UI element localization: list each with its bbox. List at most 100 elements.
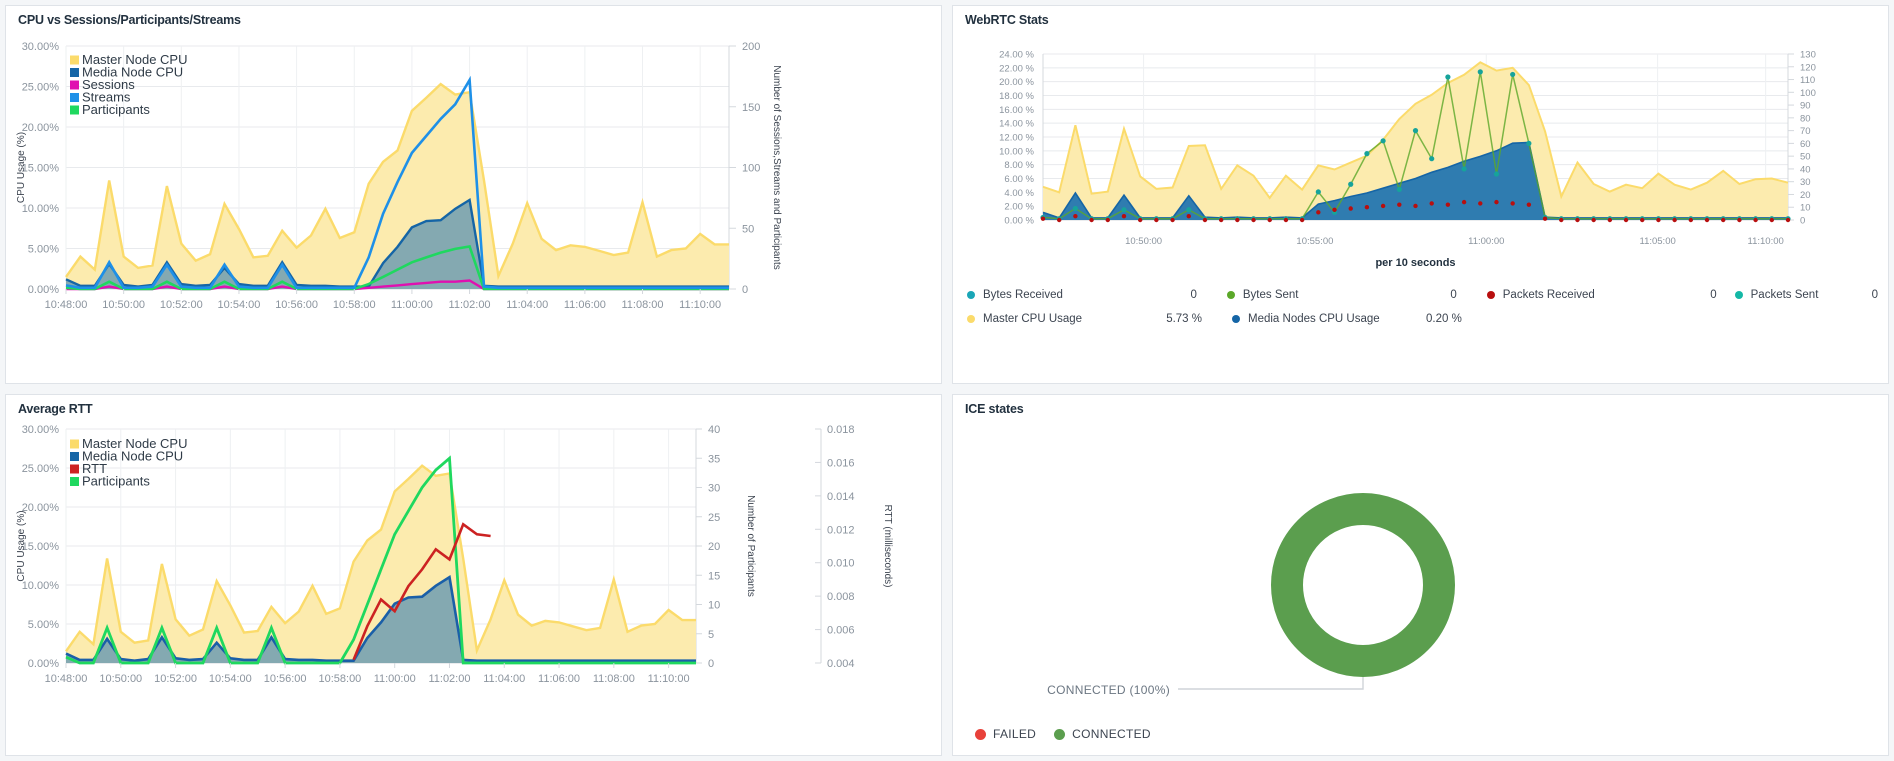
data-point (1510, 201, 1515, 206)
dashboard-grid: CPU vs Sessions/Participants/Streams 0.0… (0, 0, 1894, 761)
legend-value-media-nodes-cpu-usage: 0.20 % (1426, 313, 1462, 325)
panel-cpu-vs-sessions: CPU vs Sessions/Participants/Streams 0.0… (5, 5, 942, 384)
axis-tick-label: 16.00 % (999, 105, 1034, 116)
axis-tick-label: 10:58:00 (318, 673, 361, 685)
data-point (1429, 156, 1435, 162)
panel-ice-states: ICE states CONNECTED (100%) FAILED CONNE… (952, 394, 1889, 756)
bytes-sent-color-icon (1226, 291, 1235, 299)
data-point (1202, 217, 1208, 223)
data-point (1056, 217, 1062, 223)
data-point (1672, 217, 1677, 223)
axis-tick-label: 20 (708, 541, 720, 553)
legend-swatch (70, 55, 79, 65)
legend-swatch (70, 464, 79, 474)
legend-value-bytes-received: 0 (1190, 289, 1197, 301)
axis-tick-label: 10:48:00 (45, 299, 88, 311)
data-point (1559, 217, 1564, 223)
axis-tick-label: 110 (1800, 75, 1815, 86)
data-point (1640, 217, 1645, 223)
legend-label-connected: CONNECTED (1072, 727, 1151, 741)
legend-item-packets-sent[interactable]: Packets Sent (1734, 289, 1872, 301)
legend-item-connected[interactable]: CONNECTED (1054, 727, 1151, 741)
data-point (1170, 217, 1175, 223)
axis-tick-label: 20.00% (22, 502, 60, 514)
legend-swatch (70, 477, 79, 486)
axis-tick-label: 0.006 (827, 625, 855, 637)
axis-tick-label: 150 (742, 102, 760, 114)
axis-tick-label: 14.00 % (999, 119, 1034, 130)
axis-tick-label: 10:52:00 (154, 673, 197, 685)
axis-tick-label: 6.00 % (1004, 174, 1034, 185)
axis-tick-label: 25 (708, 512, 720, 524)
axis-tick-label: 25.00% (22, 82, 60, 94)
legend-label-failed: FAILED (993, 727, 1037, 741)
legend-item-media-nodes-cpu-usage[interactable]: Media Nodes CPU Usage (1232, 313, 1422, 325)
axis-tick-label: 11:00:00 (1468, 236, 1504, 247)
webrtc-legend-row-1: Bytes Received 0 Bytes Sent 0 Packets Re… (967, 283, 1878, 307)
chart-ice-states[interactable]: CONNECTED (100%) (953, 395, 1888, 755)
data-point (1154, 217, 1159, 223)
legend-item-bytes-sent[interactable]: Bytes Sent (1226, 289, 1413, 301)
axis-tick-label: 11:04:00 (506, 299, 548, 311)
data-point (1429, 201, 1434, 206)
data-point (1380, 203, 1386, 209)
chart-svg-cpu: 0.00% 5.00% 10.00% 15.00% 20.00% 25.00% 30.00%… (16, 41, 782, 311)
axis-tick-label: 18.00 % (999, 91, 1034, 102)
axis-tick-label: 100 (1800, 88, 1816, 99)
ice-states-legend: FAILED CONNECTED (975, 727, 1151, 741)
chart-cpu-vs-sessions[interactable]: 0.00% 5.00% 10.00% 15.00% 20.00% 25.00% 30.00%… (6, 6, 941, 383)
data-point (1526, 140, 1532, 146)
axis-tick-label: 11:04:00 (483, 673, 525, 685)
axis-tick-label: 12.00 % (999, 133, 1034, 144)
legend-label: Participants (82, 102, 150, 117)
axis-tick-label: 10.00% (22, 580, 60, 592)
y2-axis-title: Number of Participants (745, 495, 756, 597)
axis-tick-label: 0.016 (827, 457, 855, 469)
chart-svg-ice: CONNECTED (100%) (1047, 493, 1455, 697)
legend-item-bytes-received[interactable]: Bytes Received (967, 289, 1153, 301)
axis-tick-label: 0.014 (827, 491, 855, 503)
data-point (1461, 199, 1467, 205)
legend-label: Participants (82, 474, 150, 489)
data-point (1769, 217, 1775, 223)
bytes-received-color-icon (967, 291, 975, 299)
axis-tick-label: 2.00 % (1004, 202, 1034, 213)
y3-axis-title: RTT (milliseconds) (882, 505, 893, 588)
axis-tick-label: 25.00% (22, 463, 60, 475)
axis-tick-label: 10.00 % (999, 146, 1034, 157)
legend-label: Master CPU Usage (983, 313, 1083, 325)
data-point (1040, 216, 1046, 221)
axis-tick-label: 50 (742, 223, 754, 235)
webrtc-legend-row-2: Master CPU Usage 5.73 % Media Nodes CPU … (967, 307, 1878, 331)
chart-legend: Master Node CPUMedia Node CPURTTParticip… (70, 436, 187, 489)
legend-value-bytes-sent: 0 (1450, 289, 1457, 301)
data-point (1397, 202, 1402, 207)
axis-tick-label: 11:05:00 (1639, 236, 1675, 247)
axis-tick-label: 50 (1800, 152, 1811, 163)
axis-tick-label: 22.00 % (999, 63, 1034, 74)
axis-tick-label: 60 (1800, 139, 1811, 150)
x-axis-title: per 10 seconds (1375, 257, 1455, 269)
chart-average-rtt[interactable]: 0.00% 5.00% 10.00% 15.00% 20.00% 25.00% 30.00%… (6, 395, 941, 755)
axis-tick-label: 10:54:00 (209, 673, 252, 685)
axis-tick-label: 8.00 % (1004, 160, 1034, 171)
data-point (1721, 217, 1726, 223)
legend-item-failed[interactable]: FAILED (975, 727, 1036, 741)
axis-tick-label: 10:58:00 (333, 299, 376, 311)
data-point (1186, 213, 1191, 219)
legend-value-master-cpu-usage: 5.73 % (1166, 313, 1202, 325)
axis-tick-label: 15 (708, 570, 720, 582)
axis-tick-label: 10:48:00 (45, 673, 88, 685)
donut-slice-connected[interactable] (1271, 493, 1455, 677)
data-point (1218, 217, 1224, 223)
data-point (1623, 217, 1629, 223)
axis-tick-label: 100 (742, 163, 760, 175)
data-point (1704, 217, 1710, 223)
legend-item-master-cpu-usage[interactable]: Master CPU Usage (967, 313, 1157, 325)
axis-tick-label: 5 (708, 629, 714, 641)
data-point (1445, 202, 1451, 207)
axis-tick-label: 30.00% (22, 41, 60, 53)
axis-tick-label: 0 (742, 284, 748, 296)
legend-label: Bytes Sent (1242, 289, 1299, 301)
legend-item-packets-received[interactable]: Packets Received (1486, 289, 1673, 301)
